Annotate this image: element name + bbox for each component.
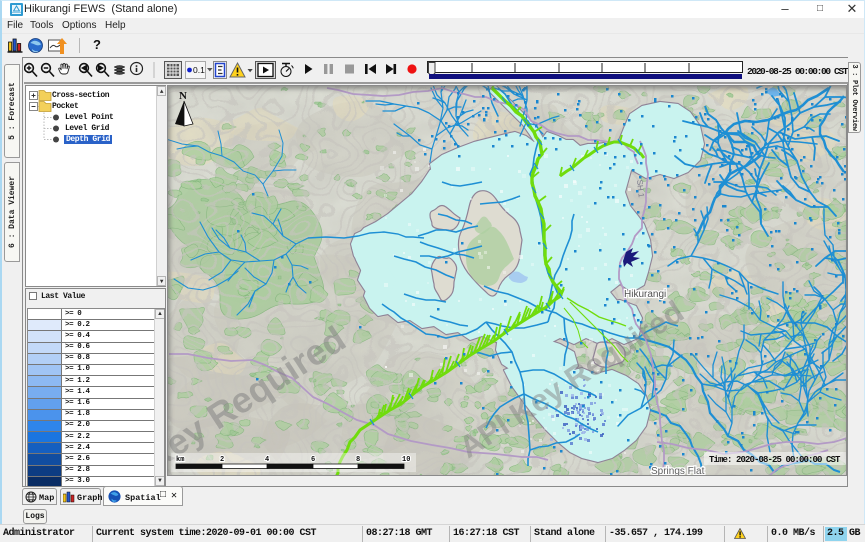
svg-text:Time: 2020-08-25 00:00:00 CST: Time: 2020-08-25 00:00:00 CST (709, 455, 841, 465)
svg-text:4: 4 (265, 456, 269, 464)
svg-text:8: 8 (356, 456, 360, 464)
svg-text:API Key Required: API Key Required (168, 318, 353, 476)
svg-text:2: 2 (220, 456, 224, 464)
svg-text:0.1: 0.1 (193, 65, 205, 75)
svg-text:10: 10 (402, 456, 410, 464)
svg-text:API Key Required: API Key Required (453, 294, 690, 465)
svg-text:Springs Flat: Springs Flat (651, 466, 705, 476)
svg-text:N: N (179, 90, 187, 102)
svg-text:Hikurangi: Hikurangi (624, 289, 666, 300)
svg-text:SH 1: SH 1 (635, 179, 646, 198)
svg-text:6: 6 (311, 456, 315, 464)
svg-text:km: km (176, 456, 184, 464)
